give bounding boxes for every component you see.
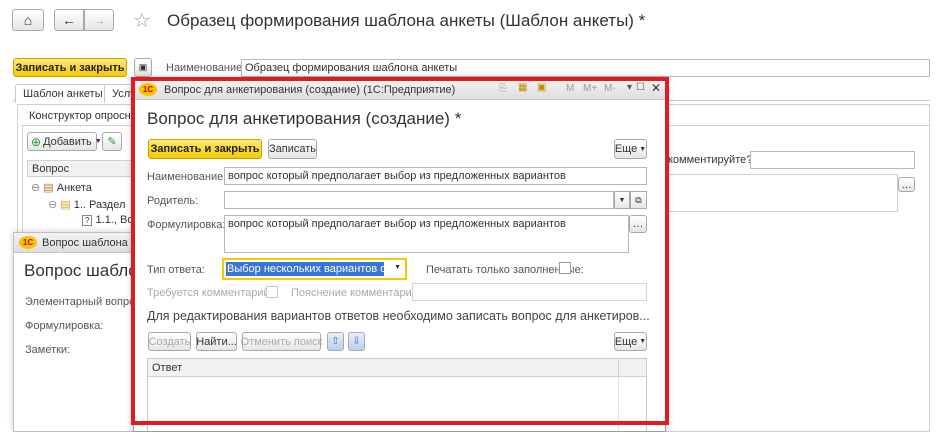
edit-button[interactable]: ✎ [102, 132, 122, 151]
tree-item-root[interactable]: ⊖ ▤ Анкета [31, 181, 92, 194]
comment-select-button[interactable]: … [898, 177, 915, 192]
tree-item-label: Анкета [56, 182, 92, 194]
arrow-right-icon: → [92, 12, 106, 28]
tree-header-row: Вопрос [27, 160, 132, 177]
bg-wording-label: Формулировка: [25, 320, 104, 332]
forward-button[interactable]: → [84, 9, 114, 31]
tree-item-label: 1.1., Во [95, 214, 134, 226]
tree-header-label: Вопрос [32, 163, 70, 175]
tree-item-label: 1.. Раздел [73, 199, 126, 211]
name-label: Наименование: [166, 62, 246, 74]
floppy-icon: ▣ [138, 62, 148, 72]
bg-window-titlebar: 1С Вопрос шаблона анк [14, 233, 148, 253]
arrow-left-icon: ← [62, 12, 76, 28]
folder-icon: ▤ [43, 182, 54, 194]
tree-item-question[interactable]: ? 1.1., Во [82, 214, 133, 226]
question-icon: ? [82, 215, 93, 226]
save-icon-button[interactable]: ▣ [134, 58, 152, 77]
comment-memo[interactable] [668, 174, 898, 212]
elementary-question-label: Элементарный вопрос: [25, 296, 144, 308]
name-field[interactable]: Образец формирования шаблона анкеты [241, 59, 930, 77]
constructor-label: Конструктор опросник [29, 110, 142, 122]
tab-template[interactable]: Шаблон анкеты [15, 84, 111, 103]
chevron-down-icon: ▼ [94, 138, 102, 145]
add-button[interactable]: ⊕ Добавить ▼ [27, 132, 102, 151]
highlight-frame [131, 77, 669, 425]
star-icon[interactable]: ☆ [133, 8, 151, 33]
comment-label: комментируйте?: [668, 154, 756, 166]
page-title: Образец формирования шаблона анкеты (Шаб… [167, 11, 646, 30]
comment-field[interactable] [750, 151, 915, 169]
plus-circle-icon: ⊕ [31, 134, 42, 149]
save-close-button[interactable]: Записать и закрыть [13, 58, 127, 77]
home-button[interactable]: ⌂ [12, 9, 44, 31]
minus-circle-icon: ⊖ [31, 182, 41, 194]
pencil-icon: ✎ [107, 136, 117, 148]
add-button-label: Добавить [43, 135, 92, 148]
back-button[interactable]: ← [54, 9, 84, 31]
home-icon: ⌂ [23, 12, 33, 28]
1c-logo-icon: 1С [19, 236, 37, 249]
bg-window-heading: Вопрос шабло [24, 261, 138, 280]
minus-circle-icon: ⊖ [48, 199, 58, 211]
tree-item-section[interactable]: ⊖ ▤ 1.. Раздел [48, 198, 125, 211]
folder-icon: ▤ [60, 199, 71, 211]
bg-window: 1С Вопрос шаблона анк Вопрос шабло Элеме… [13, 232, 148, 432]
notes-label: Заметки: [25, 344, 71, 356]
